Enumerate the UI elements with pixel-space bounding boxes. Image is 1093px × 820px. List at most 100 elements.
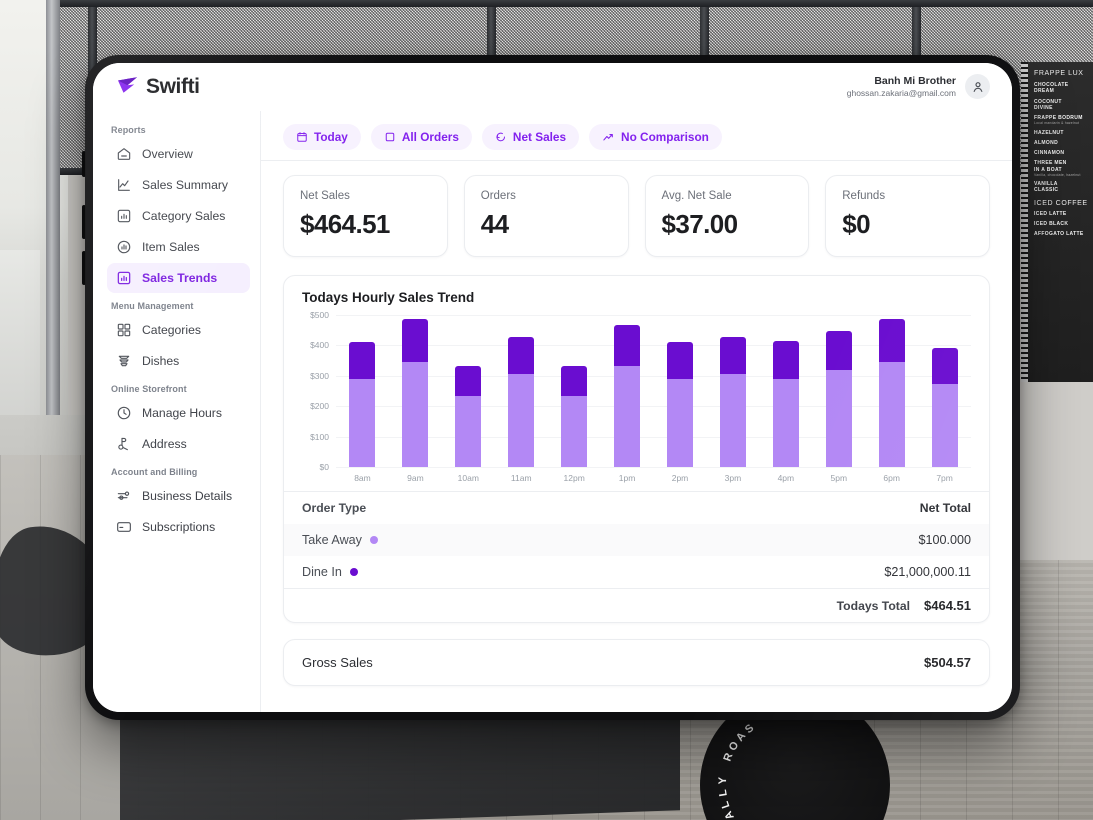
chart-bar-3pm[interactable] bbox=[720, 337, 746, 467]
chart-x-tick-label: 5pm bbox=[812, 473, 865, 483]
menu-board-item: AFFOGATO LATTE bbox=[1034, 231, 1089, 237]
tablet-device: Swifti Banh Mi Brother ghossan.zakaria@g… bbox=[85, 55, 1020, 720]
tablet-power-button[interactable] bbox=[82, 151, 86, 177]
chart-bar-segment-dine-in bbox=[349, 342, 375, 379]
coaster-letter: L bbox=[717, 788, 730, 798]
chart-bar-segment-take-away bbox=[720, 374, 746, 467]
table-row[interactable]: Take Away$100.000 bbox=[284, 524, 989, 556]
chart-bar-segment-take-away bbox=[932, 384, 958, 467]
chart-bar-segment-take-away bbox=[614, 366, 640, 467]
kpi-card-avg-net-sale: Avg. Net Sale$37.00 bbox=[645, 175, 810, 257]
chart-bar-column[interactable] bbox=[706, 315, 759, 467]
avatar[interactable] bbox=[965, 74, 990, 99]
chart-x-tick-label: 1pm bbox=[601, 473, 654, 483]
chart-bar-column[interactable] bbox=[495, 315, 548, 467]
chart-y-tick-label: $200 bbox=[310, 401, 329, 411]
chart-bar-10am[interactable] bbox=[455, 366, 481, 467]
chart-bar-segment-dine-in bbox=[773, 341, 799, 379]
chart-bar-segment-dine-in bbox=[720, 337, 746, 374]
tablet-volume-up-button[interactable] bbox=[82, 205, 86, 239]
chart-area: $0$100$200$300$400$500 8am9am10am11am12p… bbox=[284, 309, 989, 491]
user-block[interactable]: Banh Mi Brother ghossan.zakaria@gmail.co… bbox=[847, 74, 990, 100]
column-net-total: Net Total bbox=[920, 501, 971, 515]
chart-bar-11am[interactable] bbox=[508, 337, 534, 467]
filter-pill-net-sales[interactable]: Net Sales bbox=[482, 124, 579, 150]
sidebar: ReportsOverviewSales SummaryCategory Sal… bbox=[93, 111, 261, 712]
chart-bar-9am[interactable] bbox=[402, 319, 428, 467]
pie-chart-icon bbox=[115, 239, 132, 256]
chart-bar-column[interactable] bbox=[759, 315, 812, 467]
sidebar-item-address[interactable]: Address bbox=[107, 429, 250, 459]
chart-bar-column[interactable] bbox=[548, 315, 601, 467]
chart-x-tick-label: 9am bbox=[389, 473, 442, 483]
chart-bar-segment-take-away bbox=[879, 362, 905, 467]
card-icon bbox=[115, 519, 132, 536]
kpi-value: $37.00 bbox=[662, 209, 793, 240]
chart-x-axis: 8am9am10am11am12pm1pm2pm3pm4pm5pm6pm7pm bbox=[336, 467, 971, 483]
chart-bar-12pm[interactable] bbox=[561, 366, 587, 467]
chart-bar-6pm[interactable] bbox=[879, 319, 905, 467]
sidebar-item-category-sales[interactable]: Category Sales bbox=[107, 201, 250, 231]
chart-bar-1pm[interactable] bbox=[614, 325, 640, 467]
chart-bar-column[interactable] bbox=[918, 315, 971, 467]
menu-board-item-desc: Local mandarin & hazelnut bbox=[1034, 121, 1089, 125]
chart-bar-segment-take-away bbox=[773, 379, 799, 467]
kpi-value: $464.51 bbox=[300, 209, 431, 240]
sidebar-item-dishes[interactable]: Dishes bbox=[107, 346, 250, 376]
chart-bar-segment-dine-in bbox=[667, 342, 693, 378]
chart-bar-column[interactable] bbox=[601, 315, 654, 467]
kpi-card-net-sales: Net Sales$464.51 bbox=[283, 175, 448, 257]
chart-bar-column[interactable] bbox=[654, 315, 707, 467]
sidebar-item-label: Overview bbox=[142, 147, 193, 161]
sidebar-item-overview[interactable]: Overview bbox=[107, 139, 250, 169]
chart-bar-segment-dine-in bbox=[826, 331, 852, 371]
chart-bar-column[interactable] bbox=[442, 315, 495, 467]
sidebar-item-sales-summary[interactable]: Sales Summary bbox=[107, 170, 250, 200]
kpi-value: $0 bbox=[842, 209, 973, 240]
table-row[interactable]: Dine In $21,000,000.11 bbox=[284, 556, 989, 588]
chart-bar-8am[interactable] bbox=[349, 342, 375, 467]
sidebar-item-sales-trends[interactable]: Sales Trends bbox=[107, 263, 250, 293]
sidebar-item-manage-hours[interactable]: Manage Hours bbox=[107, 398, 250, 428]
gross-sales-label: Gross Sales bbox=[302, 655, 373, 670]
menu-board-items-2: ICED LATTEICED BLACKAFFOGATO LATTE bbox=[1034, 211, 1089, 238]
filter-bar: Today All Orders Net Sales No Comparison bbox=[283, 121, 990, 160]
sidebar-item-label: Item Sales bbox=[142, 240, 200, 254]
filter-pill-all-orders[interactable]: All Orders bbox=[371, 124, 472, 150]
net-total-cell: $21,000,000.11 bbox=[884, 565, 971, 579]
scene-photo-background: ALLYROAS FRAPPE LUX CHOCOLATEDREAMCOCONU… bbox=[0, 0, 1093, 820]
chart-bar-7pm[interactable] bbox=[932, 348, 958, 467]
sidebar-item-label: Business Details bbox=[142, 489, 232, 503]
chart-x-tick-label: 4pm bbox=[759, 473, 812, 483]
sidebar-item-categories[interactable]: Categories bbox=[107, 315, 250, 345]
filter-pill-no-comparison[interactable]: No Comparison bbox=[589, 124, 722, 150]
sidebar-item-subscriptions[interactable]: Subscriptions bbox=[107, 512, 250, 542]
trend-chart-icon bbox=[115, 270, 132, 287]
sidebar-item-business-details[interactable]: Business Details bbox=[107, 481, 250, 511]
chart-bar-5pm[interactable] bbox=[826, 331, 852, 467]
chart-bar-column[interactable] bbox=[812, 315, 865, 467]
chart-bar-segment-take-away bbox=[826, 370, 852, 467]
tablet-screen: Swifti Banh Mi Brother ghossan.zakaria@g… bbox=[93, 63, 1012, 712]
hourly-sales-bar-chart[interactable]: $0$100$200$300$400$500 bbox=[336, 315, 971, 467]
chart-bar-column[interactable] bbox=[389, 315, 442, 467]
chart-y-tick-label: $400 bbox=[310, 340, 329, 350]
order-type-label: Dine In bbox=[302, 565, 342, 579]
grid-icon bbox=[115, 322, 132, 339]
chart-bar-column[interactable] bbox=[336, 315, 389, 467]
filter-pill-today[interactable]: Today bbox=[283, 124, 361, 150]
kpi-cards: Net Sales$464.51Orders44Avg. Net Sale$37… bbox=[283, 175, 990, 257]
gross-sales-row: Gross Sales $504.57 bbox=[284, 640, 989, 685]
sidebar-item-item-sales[interactable]: Item Sales bbox=[107, 232, 250, 262]
chart-x-tick-label: 2pm bbox=[654, 473, 707, 483]
sidebar-item-label: Dishes bbox=[142, 354, 179, 368]
sidebar-item-label: Address bbox=[142, 437, 187, 451]
chart-bar-2pm[interactable] bbox=[667, 342, 693, 467]
tablet-volume-down-button[interactable] bbox=[82, 251, 86, 285]
chart-bar-column[interactable] bbox=[865, 315, 918, 467]
chart-y-tick-label: $0 bbox=[320, 462, 329, 472]
brand[interactable]: Swifti bbox=[117, 75, 200, 99]
chart-bar-segment-take-away bbox=[455, 396, 481, 467]
order-type-cell: Dine In bbox=[302, 565, 358, 579]
chart-bar-4pm[interactable] bbox=[773, 341, 799, 467]
